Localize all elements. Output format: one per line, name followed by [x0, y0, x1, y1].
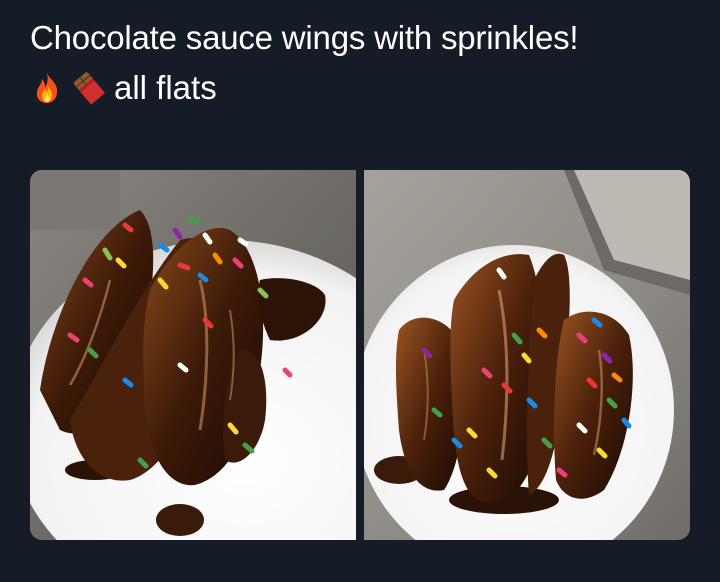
caption-line-1: Chocolate sauce wings with sprinkles! [30, 19, 579, 56]
photo-grid [30, 170, 690, 540]
fire-icon [30, 71, 64, 105]
wings-photo-left[interactable] [30, 170, 356, 540]
wings-photo-right[interactable] [364, 170, 690, 540]
post-caption: Chocolate sauce wings with sprinkles! al… [30, 14, 700, 112]
caption-text-all-flats: all flats [114, 69, 217, 106]
chocolate-bar-icon [72, 71, 106, 105]
caption-line-2: all flats [30, 64, 700, 112]
